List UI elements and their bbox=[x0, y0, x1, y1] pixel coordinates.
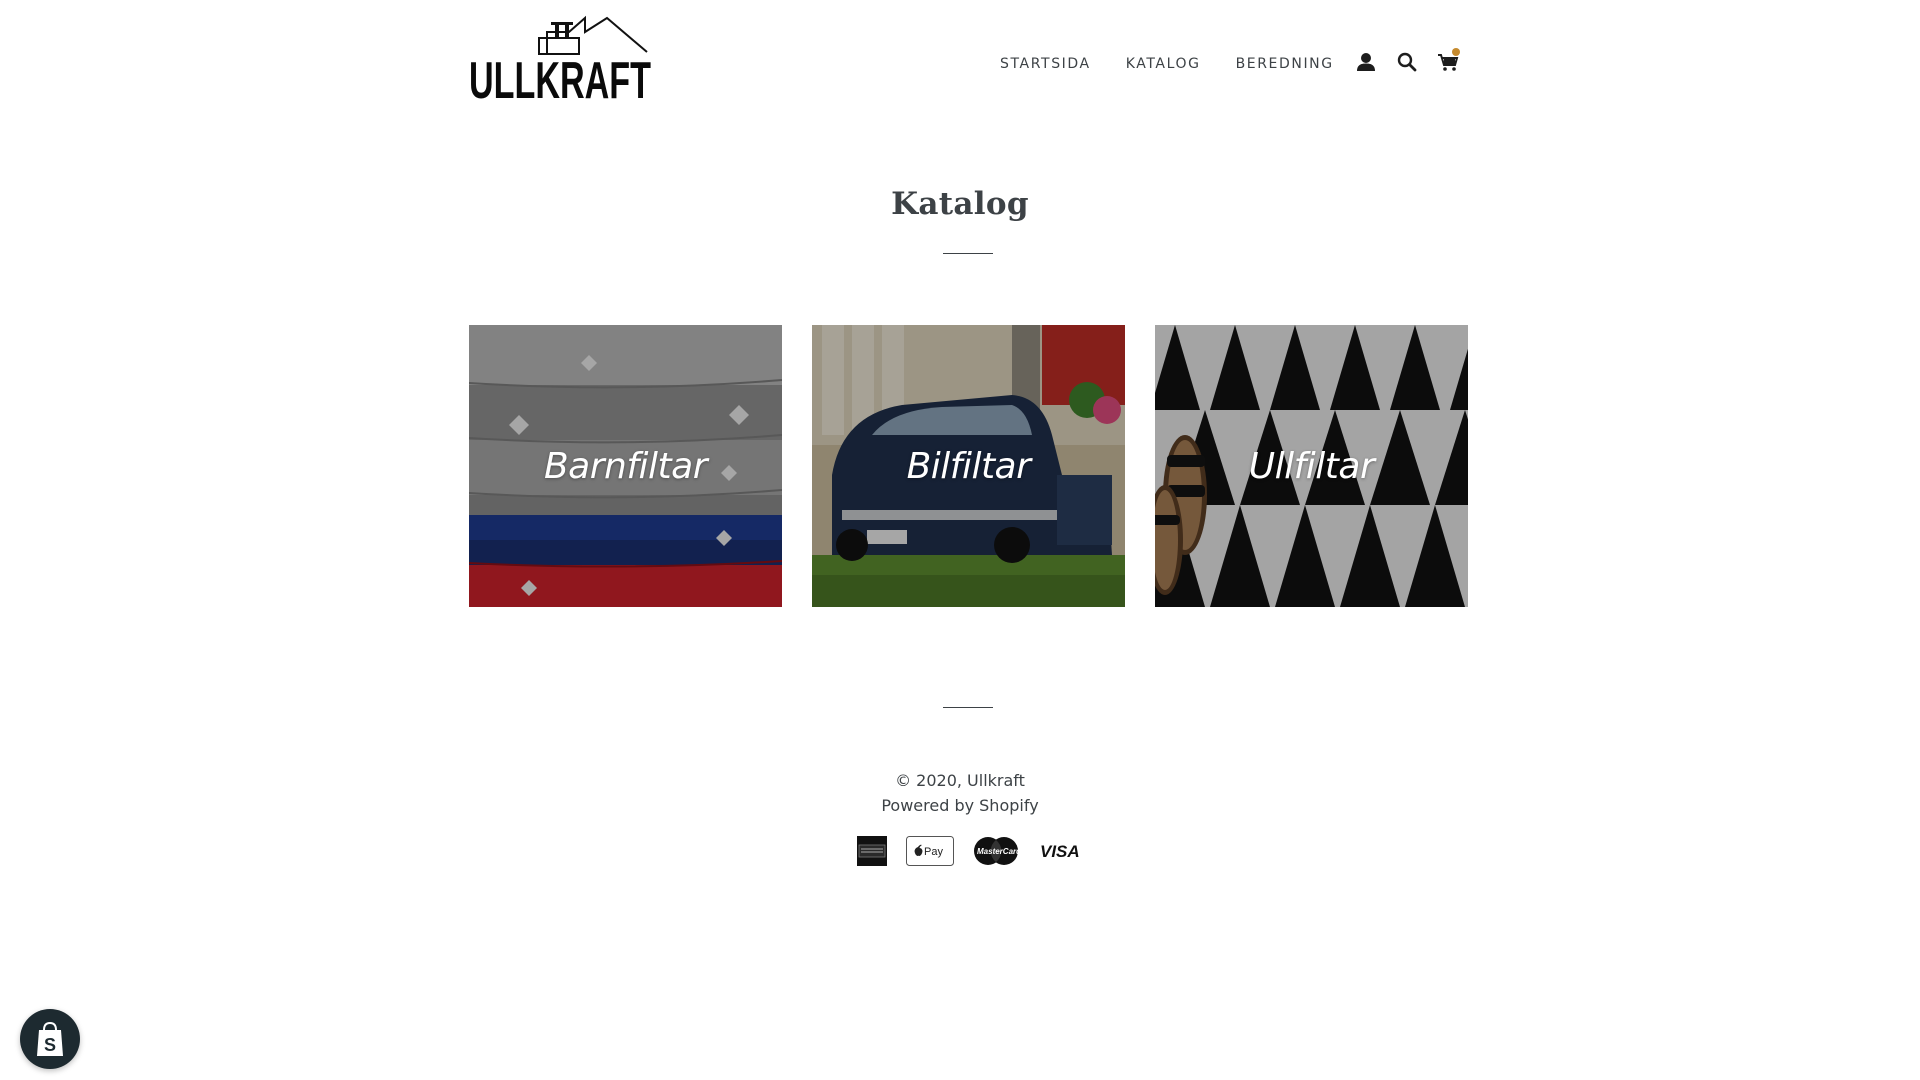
collection-card-bilfiltar[interactable]: Bilfiltar bbox=[812, 325, 1125, 607]
main-nav: STARTSIDA KATALOG BEREDNING bbox=[1000, 52, 1334, 76]
nav-item-katalog[interactable]: KATALOG bbox=[1126, 52, 1201, 76]
collection-card-barnfiltar[interactable]: Barnfiltar bbox=[469, 325, 782, 607]
account-icon[interactable] bbox=[1354, 50, 1378, 74]
collection-label: Barnfiltar bbox=[543, 445, 708, 487]
copyright-prefix: © 2020, bbox=[895, 771, 968, 790]
svg-text:VISA: VISA bbox=[1040, 842, 1080, 861]
cart-count-dot bbox=[1452, 48, 1460, 56]
svg-text:Pay: Pay bbox=[924, 846, 943, 858]
shopify-bag-icon[interactable]: S bbox=[20, 1009, 80, 1069]
collection-card-ullfiltar[interactable]: Ullfiltar bbox=[1155, 325, 1468, 607]
logo-graphic: ULLKRAFT bbox=[469, 15, 651, 102]
collection-label: Ullfiltar bbox=[1248, 445, 1375, 487]
cart-icon[interactable] bbox=[1436, 48, 1460, 74]
store-name-link[interactable]: Ullkraft bbox=[967, 771, 1025, 790]
powered-by-line: Powered by Shopify bbox=[0, 796, 1920, 815]
american-express-icon bbox=[857, 836, 887, 871]
collection-grid: Barnfiltar Bilfiltar Ullfiltar bbox=[469, 325, 1468, 607]
ullkraft-logo[interactable]: ULLKRAFT bbox=[469, 12, 653, 102]
search-icon[interactable] bbox=[1395, 50, 1419, 74]
mastercard-icon: MasterCard bbox=[973, 836, 1022, 871]
copyright-text: © 2020, Ullkraft bbox=[0, 771, 1920, 790]
svg-text:S: S bbox=[44, 1035, 56, 1055]
nav-item-beredning[interactable]: BEREDNING bbox=[1236, 52, 1334, 76]
title-divider bbox=[943, 253, 993, 254]
visa-icon: VISA bbox=[1038, 836, 1080, 871]
apple-pay-icon: Pay bbox=[906, 836, 954, 871]
collection-label: Bilfiltar bbox=[906, 445, 1031, 487]
payment-icons: Pay MasterCard VISA bbox=[857, 836, 1080, 871]
header-icons bbox=[1354, 48, 1460, 74]
logo-wordmark: ULLKRAFT bbox=[469, 52, 651, 102]
nav-item-startsida[interactable]: STARTSIDA bbox=[1000, 52, 1091, 76]
page-title: Katalog bbox=[891, 186, 1029, 222]
powered-by-shopify-link[interactable]: Powered by Shopify bbox=[881, 796, 1038, 815]
svg-text:MasterCard: MasterCard bbox=[977, 847, 1019, 856]
footer-divider bbox=[943, 707, 993, 708]
